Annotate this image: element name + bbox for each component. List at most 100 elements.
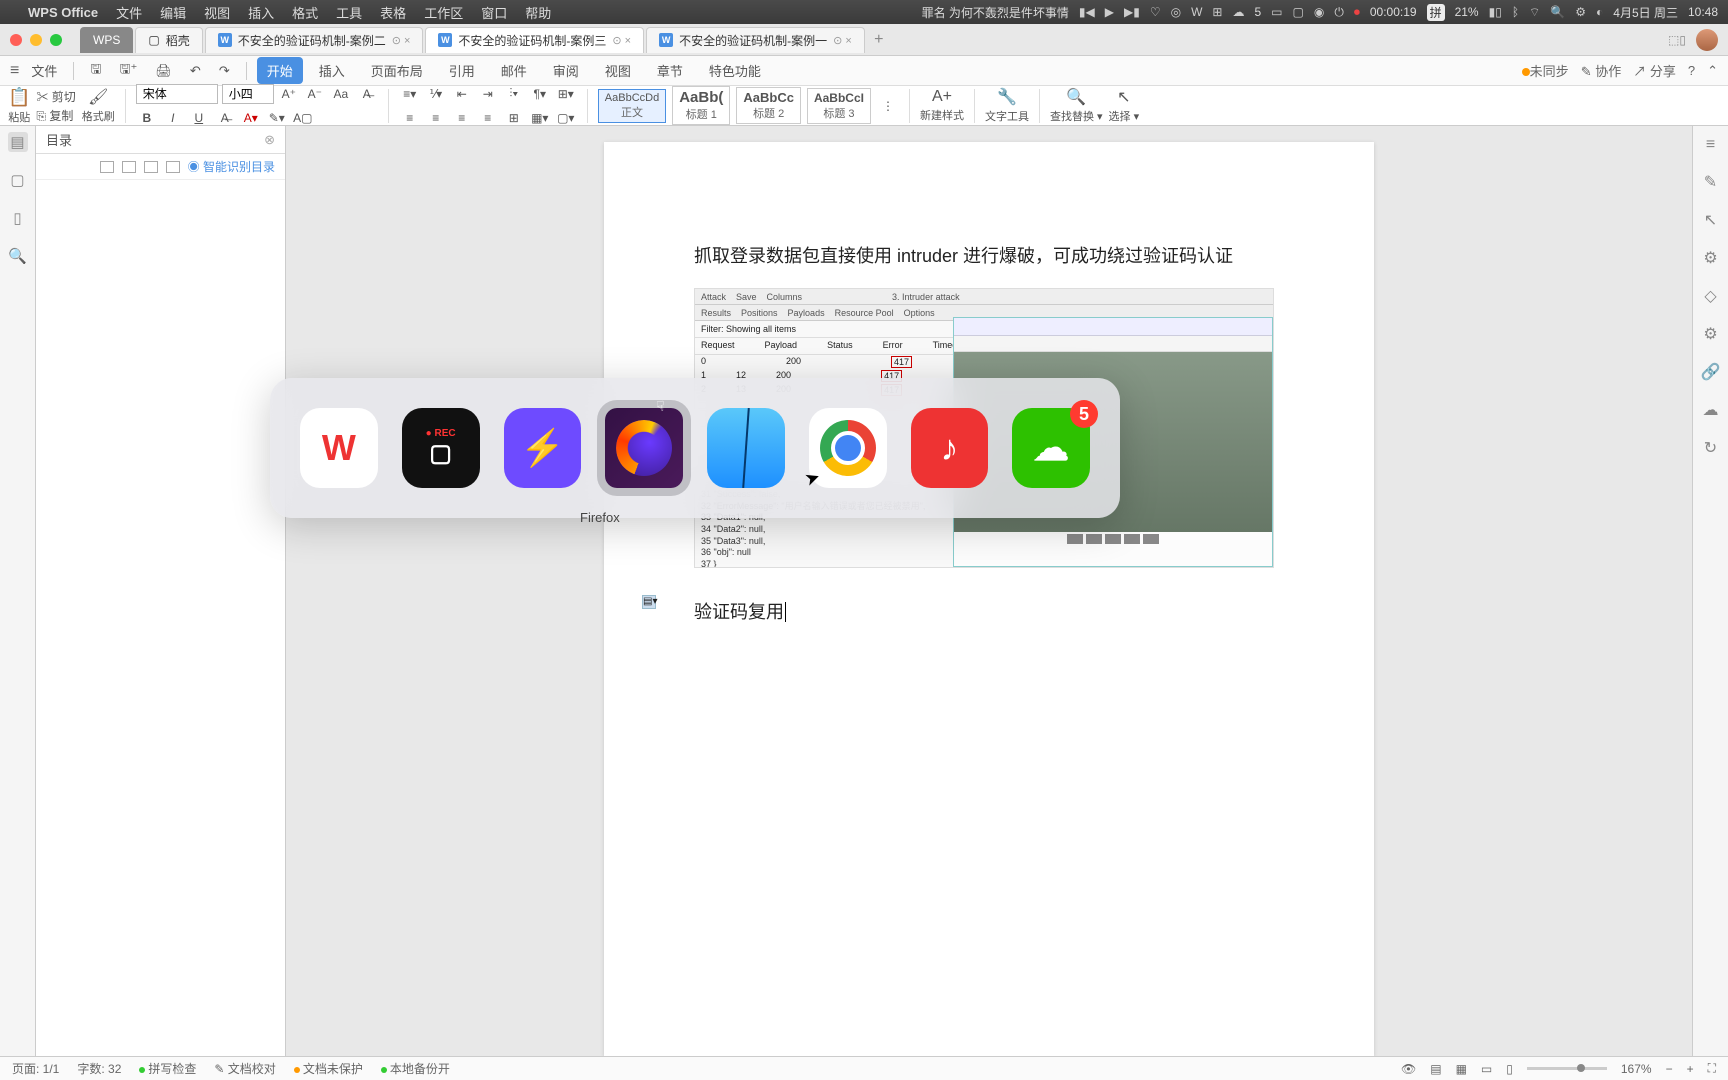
eye-icon[interactable]: 👁 — [1401, 1062, 1416, 1076]
collab-button[interactable]: ✎ 协作 — [1581, 61, 1622, 80]
styles-more-icon[interactable]: ⋮ — [877, 95, 899, 117]
sidebar-bookmark-icon[interactable]: ▯ — [8, 208, 28, 228]
new-style-button[interactable]: A+新建样式 — [920, 88, 964, 123]
style-h2[interactable]: AaBbCc标题 2 — [736, 87, 801, 124]
outline-level-icon[interactable] — [166, 161, 180, 173]
undo-icon[interactable]: ↶ — [184, 61, 207, 81]
tray-icon-3[interactable]: ◉ — [1314, 5, 1324, 19]
menubar-time[interactable]: 10:48 — [1688, 5, 1718, 19]
share-button[interactable]: ↗ 分享 — [1633, 61, 1676, 80]
tab-close-icon[interactable]: ⊙ × — [612, 34, 631, 47]
heart-icon[interactable]: ♡ — [1150, 5, 1161, 19]
media-next-icon[interactable]: ▶▮ — [1124, 5, 1140, 19]
shrink-font-icon[interactable]: A⁻ — [304, 83, 326, 105]
zoom-window-button[interactable] — [50, 34, 62, 46]
select-button[interactable]: ↖选择 ▾ — [1109, 87, 1140, 124]
doc-protect[interactable]: 文档未保护 — [294, 1060, 363, 1077]
wps-tray-icon[interactable]: W — [1191, 5, 1202, 19]
view-mode-2-icon[interactable]: ▦ — [1456, 1062, 1467, 1076]
word-count[interactable]: 字数: 32 — [77, 1060, 121, 1077]
tab-doc-1[interactable]: W不安全的验证码机制-案例二⊙ × — [205, 27, 424, 53]
para-icon[interactable]: ¶▾ — [529, 83, 551, 105]
switcher-app-burp[interactable]: ⚡ — [504, 408, 582, 488]
switcher-app-firefox[interactable] — [605, 408, 683, 488]
menu-insert[interactable]: 插入 — [248, 3, 274, 22]
view-mode-1-icon[interactable]: ▤ — [1430, 1062, 1441, 1076]
view-mode-4-icon[interactable]: ▯ — [1506, 1062, 1513, 1076]
menu-workspace[interactable]: 工作区 — [424, 3, 463, 22]
grow-font-icon[interactable]: A⁺ — [278, 83, 300, 105]
tab-doc-3[interactable]: W不安全的验证码机制-案例一⊙ × — [646, 27, 865, 53]
outline-level-icon[interactable] — [144, 161, 158, 173]
style-body[interactable]: AaBbCcDd正文 — [598, 89, 666, 123]
menu-tools[interactable]: 工具 — [336, 3, 362, 22]
right-link-icon[interactable]: 🔗 — [1701, 362, 1721, 382]
menu-edit[interactable]: 编辑 — [160, 3, 186, 22]
tray-icon-4[interactable]: ⏻ — [1334, 5, 1344, 20]
bullets-icon[interactable]: ≡▾ — [399, 83, 421, 105]
tray-icon[interactable]: ⊞ — [1212, 5, 1222, 19]
tab-daoke[interactable]: ▢稻壳 — [135, 27, 202, 53]
font-size-select[interactable] — [222, 84, 274, 104]
ribbon-tab-references[interactable]: 引用 — [439, 57, 485, 84]
fullscreen-icon[interactable]: ⛶ — [1708, 1061, 1716, 1076]
switcher-app-screen-recorder[interactable]: ● REC▢ — [402, 408, 480, 488]
switcher-app-chrome[interactable] — [809, 408, 887, 488]
text-tools-button[interactable]: 🔧文字工具 — [985, 87, 1029, 124]
switcher-app-netease-music[interactable]: ♪ — [911, 408, 989, 488]
right-shape-icon[interactable]: ◇ — [1704, 286, 1716, 306]
redo-icon[interactable]: ↷ — [213, 61, 236, 81]
media-play-icon[interactable]: ▶ — [1105, 5, 1114, 19]
input-method-icon[interactable]: 拼 — [1427, 4, 1445, 21]
save-as-icon[interactable]: 🖫⁺ — [113, 58, 143, 84]
wechat-tray-icon[interactable]: ☁ — [1232, 5, 1244, 19]
indent-right-icon[interactable]: ⇥ — [477, 83, 499, 105]
menu-table[interactable]: 表格 — [380, 3, 406, 22]
right-cloud-icon[interactable]: ☁ — [1703, 400, 1719, 420]
doc-proof[interactable]: ✎ 文档校对 — [214, 1060, 275, 1077]
sidebar-clipboard-icon[interactable]: ▢ — [8, 170, 28, 190]
user-avatar[interactable] — [1696, 29, 1718, 51]
ribbon-tab-chapter[interactable]: 章节 — [647, 57, 693, 84]
right-select-icon[interactable]: ↖ — [1704, 210, 1717, 230]
battery-icon[interactable]: ▮▯ — [1489, 5, 1502, 19]
status-icon[interactable]: ◎ — [1171, 5, 1181, 19]
right-nav-icon[interactable]: ≡ — [1706, 136, 1715, 154]
switcher-app-wechat[interactable]: ☁5 — [1012, 408, 1090, 488]
line-spacing-icon[interactable]: ⫶▾ — [503, 83, 525, 105]
media-prev-icon[interactable]: ▮◀ — [1079, 5, 1095, 19]
menubar-date[interactable]: 4月5日 周三 — [1613, 4, 1678, 21]
app-name[interactable]: WPS Office — [28, 5, 98, 20]
ribbon-tab-insert[interactable]: 插入 — [309, 57, 355, 84]
zoom-out-icon[interactable]: − — [1666, 1062, 1673, 1076]
document-canvas[interactable]: 抓取登录数据包直接使用 intruder 进行爆破，可成功绕过验证码认证 Att… — [286, 126, 1692, 1056]
sidebar-search-icon[interactable]: 🔍 — [8, 246, 28, 266]
switcher-app-wps[interactable]: W — [300, 408, 378, 488]
tab-add-button[interactable]: + — [867, 31, 891, 49]
tab-close-icon[interactable]: ⊙ × — [833, 34, 852, 47]
control-center-icon[interactable]: ⚙ — [1575, 5, 1586, 19]
right-edit-icon[interactable]: ✎ — [1704, 172, 1717, 192]
tab-doc-2[interactable]: W不安全的验证码机制-案例三⊙ × — [425, 27, 644, 53]
help-icon[interactable]: ? — [1688, 63, 1695, 78]
zoom-in-icon[interactable]: + — [1687, 1062, 1694, 1076]
paragraph-handle-icon[interactable]: ▤▾ — [642, 595, 656, 609]
tab-wps-home[interactable]: WPS — [80, 27, 133, 53]
font-name-select[interactable] — [136, 84, 218, 104]
numbering-icon[interactable]: ⅟▾ — [425, 83, 447, 105]
local-backup[interactable]: 本地备份开 — [381, 1060, 450, 1077]
find-replace-button[interactable]: 🔍查找替换 ▾ — [1050, 87, 1103, 124]
indent-left-icon[interactable]: ⇤ — [451, 83, 473, 105]
style-h3[interactable]: AaBbCcI标题 3 — [807, 88, 871, 124]
close-window-button[interactable] — [10, 34, 22, 46]
save-icon[interactable]: 🖫 — [84, 58, 107, 84]
outline-level-icon[interactable] — [122, 161, 136, 173]
sidebar-outline-icon[interactable]: ▤ — [8, 132, 28, 152]
spotlight-icon[interactable]: 🔍 — [1550, 5, 1565, 19]
ribbon-tab-review[interactable]: 审阅 — [543, 57, 589, 84]
style-h1[interactable]: AaBb(标题 1 — [672, 86, 730, 125]
ribbon-tab-home[interactable]: 开始 — [257, 57, 303, 84]
sort-icon[interactable]: ⊞▾ — [555, 83, 577, 105]
wifi-icon[interactable]: ⌔ — [1529, 5, 1540, 20]
ribbon-tab-layout[interactable]: 页面布局 — [361, 57, 433, 84]
